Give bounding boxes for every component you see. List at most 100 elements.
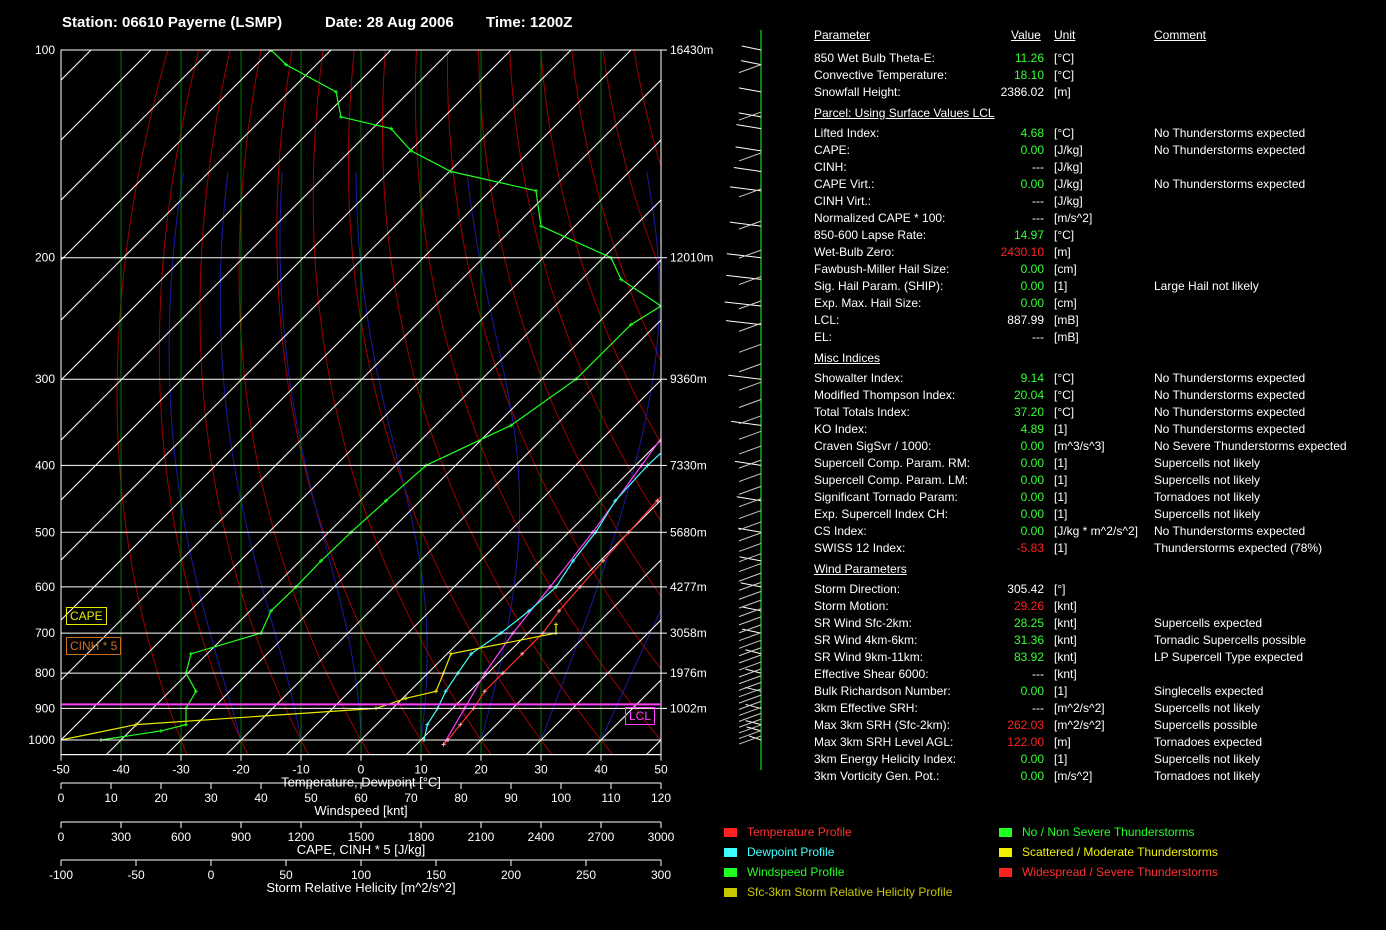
wind-barb — [738, 510, 762, 520]
param-value: 0.00 — [1020, 769, 1044, 783]
temp-axis-tick-label: 40 — [594, 763, 608, 777]
wind-axis-tick-label: 110 — [601, 791, 620, 805]
moist-adiabat — [600, 608, 661, 741]
param-comment: Supercells not likely — [1154, 456, 1261, 470]
param-comment: LP Supercell Type expected — [1154, 650, 1303, 664]
wind-barb — [738, 675, 762, 685]
param-name: CINH: — [814, 160, 847, 174]
param-name: Exp. Supercell Index CH: — [814, 507, 949, 521]
wind-barb — [726, 253, 762, 259]
legend-item-no-non-severe-thunderstorms: No / Non Severe Thunderstorms — [999, 825, 1195, 839]
lcl-label-box: LCL — [625, 707, 656, 725]
param-unit: [m^3/s^3] — [1054, 439, 1105, 453]
dewpoint-profile-point — [809, 291, 813, 295]
param-value: 0.00 — [1020, 473, 1044, 487]
cape-label-box: CAPE — [66, 607, 107, 625]
moist-adiabat — [355, 171, 428, 741]
param-unit: [m/s^2] — [1054, 211, 1093, 225]
param-comment: Supercells not likely — [1154, 507, 1261, 521]
param-comment: Tornadoes not likely — [1154, 490, 1261, 504]
param-comment: No Thunderstorms expected — [1154, 388, 1306, 402]
param-value: --- — [1032, 701, 1044, 715]
param-name: Supercell Comp. Param. LM: — [814, 473, 969, 487]
wind-barb — [738, 688, 762, 698]
param-comment: Supercells not likely — [1154, 752, 1261, 766]
wind-barb — [738, 599, 762, 609]
param-value: 14.97 — [1013, 228, 1044, 242]
param-value: --- — [1032, 330, 1044, 344]
wind-barb — [735, 146, 762, 152]
param-unit: [m] — [1054, 245, 1071, 259]
legend-item-temperature-profile: Temperature Profile — [724, 825, 852, 839]
param-comment: Supercells expected — [1154, 616, 1263, 630]
param-value: 0.00 — [1020, 279, 1044, 293]
temperature-profile-point — [1204, 103, 1208, 107]
wind-barb — [738, 363, 762, 373]
skewed-isotherm — [526, 619, 661, 755]
wind-barb — [738, 485, 762, 495]
height-label: 1976m — [670, 666, 707, 680]
param-unit: [1] — [1054, 541, 1068, 555]
dry-adiabat — [238, 50, 370, 755]
param-unit: [1] — [1054, 279, 1068, 293]
wind-barb — [738, 694, 762, 704]
legend-swatch — [999, 828, 1012, 838]
param-unit: [°C] — [1054, 126, 1075, 140]
param-value: 29.26 — [1013, 599, 1044, 613]
param-name: SR Wind 4km-6km: — [814, 633, 918, 647]
param-value: 262.03 — [1007, 718, 1044, 732]
param-value: 2430.10 — [1000, 245, 1044, 259]
srh-axis-tick-label: 300 — [651, 868, 671, 882]
param-unit: [°C] — [1054, 388, 1075, 402]
param-name: LCL: — [814, 313, 840, 327]
wind-barb — [738, 381, 762, 391]
param-name: Fawbush-Miller Hail Size: — [814, 262, 950, 276]
param-name: Modified Thompson Index: — [814, 388, 956, 402]
param-unit: [°] — [1054, 582, 1066, 596]
param-name: CAPE Virt.: — [814, 177, 875, 191]
wind-barb — [725, 320, 762, 326]
temperature-profile-point — [945, 224, 949, 228]
moist-adiabat — [279, 171, 362, 741]
skewed-isotherm — [0, 50, 31, 755]
param-value: 0.00 — [1020, 177, 1044, 191]
param-value: 37.20 — [1013, 405, 1044, 419]
param-comment: No Thunderstorms expected — [1154, 177, 1306, 191]
param-comment: Supercells possible — [1154, 718, 1258, 732]
section-title-parcel-using-surface-values-lcl: Parcel: Using Surface Values LCL — [814, 106, 995, 120]
wind-barb — [738, 300, 762, 310]
temp-axis-tick-label: 50 — [654, 763, 668, 777]
section-title-wind-parameters: Wind Parameters — [814, 562, 907, 576]
param-comment: No Thunderstorms expected — [1154, 405, 1306, 419]
param-unit: [1] — [1054, 422, 1068, 436]
cape-axis-tick-label: 3000 — [648, 830, 675, 844]
param-value: 0.00 — [1020, 296, 1044, 310]
height-label: 12010m — [670, 251, 713, 265]
windspeed-profile-point — [339, 114, 343, 119]
wind-barb — [741, 606, 762, 612]
dry-adiabat — [199, 50, 309, 755]
param-name: Exp. Max. Hail Size: — [814, 296, 922, 310]
pressure-label: 900 — [35, 701, 55, 715]
moist-adiabat — [540, 171, 660, 741]
height-label: 9360m — [670, 372, 707, 386]
cape-axis-tick-label: 2700 — [588, 830, 615, 844]
param-name: Max 3km SRH (Sfc-2km): — [814, 718, 951, 732]
param-name: Total Totals Index: — [814, 405, 910, 419]
param-value: 0.00 — [1020, 262, 1044, 276]
param-comment: No Thunderstorms expected — [1154, 524, 1306, 538]
param-value: 122.00 — [1007, 735, 1044, 749]
param-unit: [J/kg] — [1054, 143, 1083, 157]
param-unit: [°C] — [1054, 228, 1075, 242]
param-value: 20.04 — [1013, 388, 1044, 402]
param-name: Bulk Richardson Number: — [814, 684, 951, 698]
param-value: 11.26 — [1014, 51, 1044, 65]
wind-barb — [738, 498, 762, 508]
temp-axis-tick-label: -50 — [52, 763, 70, 777]
param-unit: [1] — [1054, 490, 1068, 504]
wind-barb — [738, 473, 762, 483]
param-value: 83.92 — [1013, 650, 1044, 664]
param-comment: Supercells not likely — [1154, 701, 1261, 715]
param-name: 3km Energy Helicity Index: — [814, 752, 957, 766]
param-comment: Large Hail not likely — [1154, 279, 1259, 293]
